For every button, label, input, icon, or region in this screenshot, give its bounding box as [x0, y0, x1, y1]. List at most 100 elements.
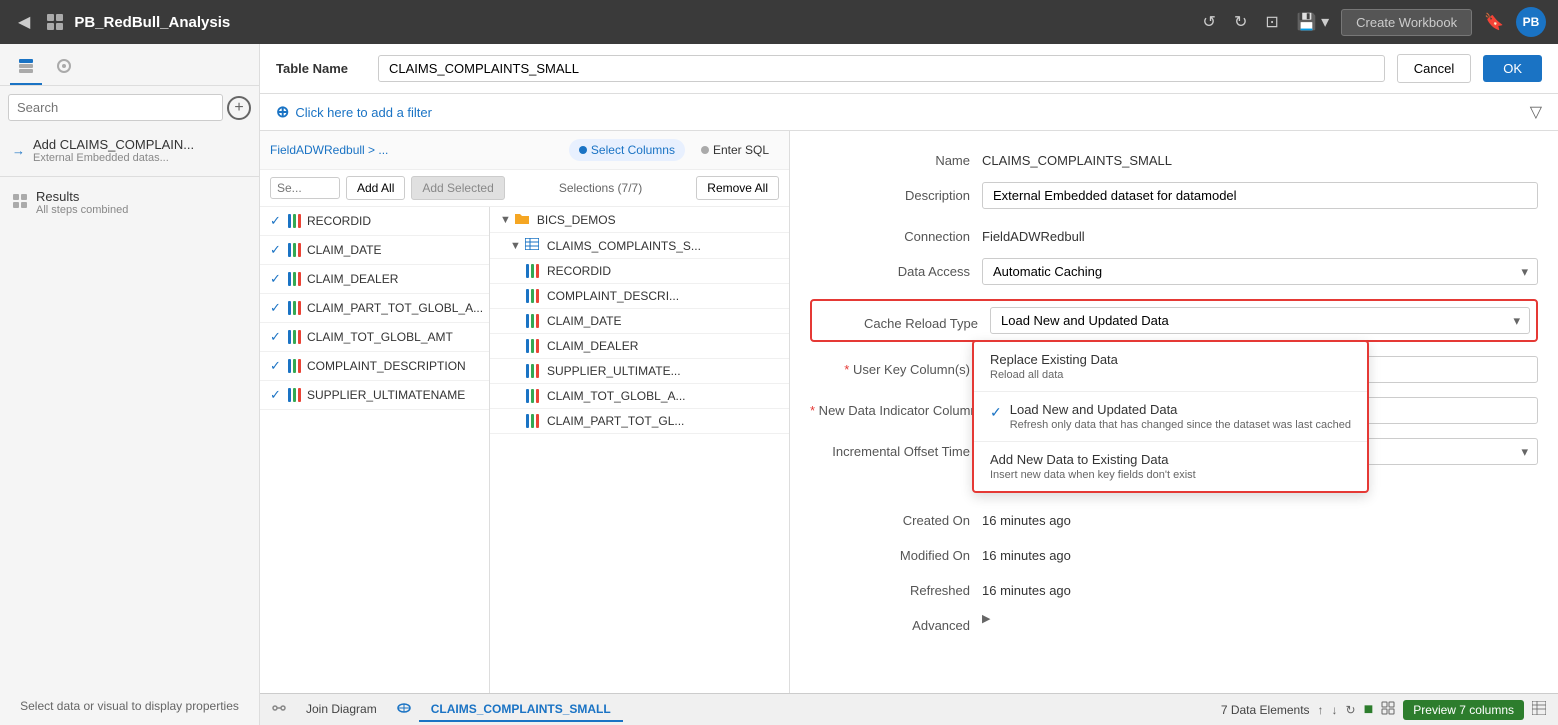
modified-value: 16 minutes ago [982, 542, 1071, 563]
save-button[interactable]: 💾 ▾ [1291, 8, 1335, 36]
columns-grid-icon [1532, 701, 1546, 718]
down-arrow-icon[interactable]: ↓ [1332, 703, 1338, 717]
refreshed-value: 16 minutes ago [982, 577, 1071, 598]
bottom-bar: Join Diagram CLAIMS_COMPLAINTS_SMALL 7 D… [260, 693, 1558, 725]
advanced-arrow-icon: ▶ [982, 612, 990, 625]
claims-item-sub: External Embedded datas... [33, 152, 194, 164]
tree-item[interactable]: RECORDID [490, 259, 789, 284]
sidebar-search-row: + [0, 86, 259, 129]
main-layout: + → Add CLAIMS_COMPLAIN... External Embe… [0, 44, 1558, 725]
list-item[interactable]: ✓ CLAIM_DATE [260, 236, 489, 265]
user-avatar[interactable]: PB [1516, 7, 1546, 37]
data-access-label: Data Access [810, 258, 970, 279]
green-square-icon: ■ [1364, 701, 1374, 719]
tree-item[interactable]: SUPPLIER_ULTIMATE... [490, 359, 789, 384]
dropdown-item-replace[interactable]: Replace Existing Data Reload all data [974, 342, 1367, 391]
up-arrow-icon[interactable]: ↑ [1318, 703, 1324, 717]
column-search-input[interactable] [270, 177, 340, 199]
prop-row-name: Name CLAIMS_COMPLAINTS_SMALL [810, 147, 1538, 168]
dropdown-item-load-new[interactable]: ✓ Load New and Updated Data Refresh only… [974, 392, 1367, 441]
columns-toolbar: Add All Add Selected Selections (7/7) Re… [260, 170, 789, 207]
cache-reload-select-wrapper: Load New and Updated Data Replace Existi… [990, 307, 1530, 334]
table-icon [525, 238, 539, 253]
advanced-label: Advanced [810, 612, 970, 633]
modified-label: Modified On [810, 542, 970, 563]
add-data-button[interactable]: + [227, 96, 251, 120]
tree-item[interactable]: COMPLAINT_DESCRI... [490, 284, 789, 309]
breadcrumb[interactable]: FieldADWRedbull > ... [270, 143, 388, 157]
prop-row-modified: Modified On 16 minutes ago [810, 542, 1538, 563]
bookmark-button[interactable]: 🔖 [1478, 8, 1510, 36]
table-name-bar: Table Name Cancel OK [260, 44, 1558, 94]
app-icon [44, 11, 66, 33]
prop-row-connection: Connection FieldADWRedbull [810, 223, 1538, 244]
dropdown-item-load-new-sub: Refresh only data that has changed since… [1010, 419, 1351, 431]
list-item[interactable]: ✓ SUPPLIER_ULTIMATENAME [260, 381, 489, 410]
sidebar-tab-visual[interactable] [48, 52, 80, 85]
ok-button[interactable]: OK [1483, 55, 1542, 82]
tab-enter-sql[interactable]: Enter SQL [691, 139, 779, 161]
sidebar-bottom-hint: Select data or visual to display propert… [0, 687, 259, 725]
tree-item[interactable]: ▼ CLAIMS_COMPLAINTS_S... [490, 233, 789, 259]
dropdown-item-load-new-title: Load New and Updated Data [1010, 402, 1351, 417]
tree-item[interactable]: CLAIM_PART_TOT_GL... [490, 409, 789, 434]
results-text: Results [36, 189, 128, 204]
tab-select-columns[interactable]: Select Columns [569, 139, 685, 161]
filter-icon: ▽ [1530, 102, 1542, 122]
cancel-button[interactable]: Cancel [1397, 54, 1471, 83]
list-item[interactable]: ✓ COMPLAINT_DESCRIPTION [260, 352, 489, 381]
refresh-icon[interactable]: ↻ [1346, 703, 1356, 717]
prop-row-refreshed: Refreshed 16 minutes ago [810, 577, 1538, 598]
filter-bar: ⊕ Click here to add a filter ▽ [260, 94, 1558, 131]
data-section: FieldADWRedbull > ... Select Columns Ent… [260, 131, 1558, 693]
tree-item[interactable]: CLAIM_TOT_GLOBL_A... [490, 384, 789, 409]
preview-button[interactable]: Preview 7 columns [1403, 700, 1524, 720]
list-item[interactable]: ✓ CLAIM_PART_TOT_GLOBL_A... [260, 294, 489, 323]
dropdown-item-add-new[interactable]: Add New Data to Existing Data Insert new… [974, 442, 1367, 491]
description-input[interactable] [982, 182, 1538, 209]
add-filter-text[interactable]: Click here to add a filter [295, 105, 432, 120]
monitor-button[interactable]: ⊡ [1259, 8, 1284, 36]
claims-arrow-icon: → [12, 143, 25, 158]
list-item[interactable]: ✓ RECORDID [260, 207, 489, 236]
tree-item[interactable]: ▼ BICS_DEMOS [490, 207, 789, 233]
connection-label: Connection [810, 223, 970, 244]
check-mark-icon: ✓ [990, 404, 1002, 421]
cache-reload-label: Cache Reload Type [818, 310, 978, 331]
tree-item[interactable]: CLAIM_DATE [490, 309, 789, 334]
remove-all-button[interactable]: Remove All [696, 176, 779, 200]
dropdown-item-add-new-title: Add New Data to Existing Data [990, 452, 1351, 467]
advanced-expand[interactable]: ▶ [982, 612, 990, 625]
undo-button[interactable]: ↺ [1197, 8, 1222, 36]
refreshed-label: Refreshed [810, 577, 970, 598]
data-access-select[interactable]: Automatic Caching [982, 258, 1538, 285]
data-elements-count: 7 Data Elements [1221, 703, 1310, 717]
prop-row-created: Created On 16 minutes ago [810, 507, 1538, 528]
redo-button[interactable]: ↻ [1228, 8, 1253, 36]
list-item[interactable]: ✓ CLAIM_TOT_GLOBL_AMT [260, 323, 489, 352]
user-key-label: * User Key Column(s) [810, 356, 970, 377]
sidebar-item-claims[interactable]: → Add CLAIMS_COMPLAIN... External Embedd… [0, 129, 259, 172]
incremental-label: Incremental Offset Time [810, 438, 970, 459]
sidebar-divider [0, 176, 259, 177]
bottom-tab-active[interactable]: CLAIMS_COMPLAINTS_SMALL [419, 698, 623, 722]
folder-icon [515, 212, 529, 227]
back-button[interactable]: ◀ [12, 8, 36, 36]
add-all-button[interactable]: Add All [346, 176, 405, 200]
sidebar-results[interactable]: Results All steps combined [0, 181, 259, 224]
list-item[interactable]: ✓ CLAIM_DEALER [260, 265, 489, 294]
claims-item-text: Add CLAIMS_COMPLAIN... [33, 137, 194, 152]
table-name-input[interactable] [378, 55, 1385, 82]
sidebar-tab-data[interactable] [10, 52, 42, 85]
new-data-label: * New Data Indicator Column(s) [810, 397, 993, 418]
name-label: Name [810, 147, 970, 168]
cache-reload-select[interactable]: Load New and Updated Data Replace Existi… [990, 307, 1530, 334]
data-tree: ▼ BICS_DEMOS ▼ CLAIMS_COMPLAINTS_S... [490, 207, 789, 693]
search-input[interactable] [8, 94, 223, 121]
cache-reload-inner: Cache Reload Type Load New and Updated D… [818, 307, 1530, 334]
bottom-tab-join[interactable]: Join Diagram [294, 698, 389, 722]
create-workbook-button[interactable]: Create Workbook [1341, 9, 1472, 36]
sidebar-tabs [0, 44, 259, 86]
tree-item[interactable]: CLAIM_DEALER [490, 334, 789, 359]
add-selected-button[interactable]: Add Selected [411, 176, 504, 200]
